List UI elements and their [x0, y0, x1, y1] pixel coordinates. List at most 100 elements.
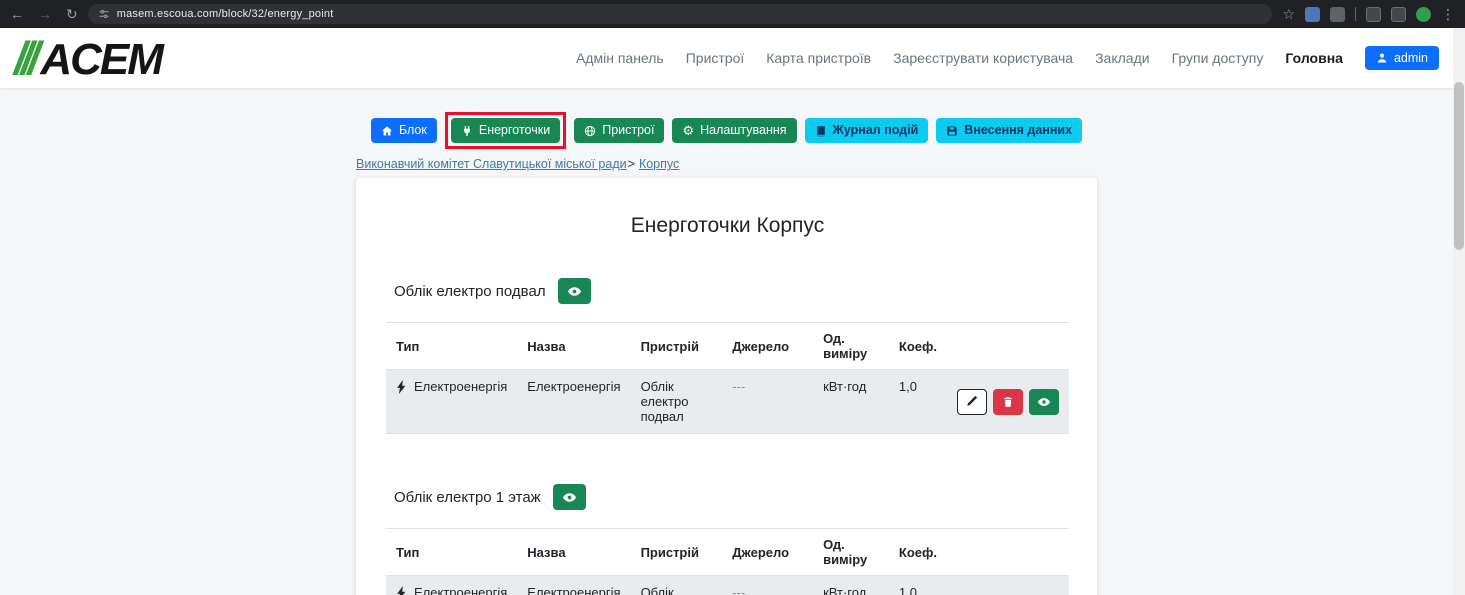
col-actions — [947, 529, 1069, 576]
section-view-button[interactable] — [558, 278, 591, 304]
breadcrumb-separator: > — [628, 157, 635, 171]
logo[interactable]: /// ACEM — [14, 35, 162, 82]
home-icon — [381, 125, 393, 137]
col-type: Тип — [386, 529, 517, 576]
delete-button[interactable] — [993, 389, 1023, 415]
extension-icon[interactable] — [1305, 7, 1320, 22]
devices-button[interactable]: Пристрої — [574, 118, 664, 143]
eye-icon — [562, 490, 577, 505]
section-title: Облік електро 1 этаж — [394, 489, 541, 506]
toolbar-divider — [1355, 7, 1356, 21]
settings-button-label: Налаштування — [700, 124, 786, 137]
type-cell: Електроенергія — [386, 576, 517, 595]
device-cell: Облік електро подвал — [631, 370, 723, 434]
admin-button-label: admin — [1394, 51, 1428, 65]
nav-devices[interactable]: Пристрої — [686, 50, 745, 66]
section-title: Облік електро подвал — [394, 283, 546, 300]
globe-icon — [584, 125, 596, 137]
data-entry-button[interactable]: Внесення данних — [936, 118, 1082, 143]
page-scrollbar — [1453, 28, 1465, 595]
name-cell: Електроенергія — [517, 576, 630, 595]
type-value: Електроенергія — [414, 379, 507, 394]
settings-button[interactable]: ⚙ Налаштування — [672, 118, 796, 143]
energy-points-card: Енерготочки Корпус Облік електро подвал … — [356, 178, 1097, 595]
actions-cell — [947, 370, 1069, 434]
data-entry-button-label: Внесення данних — [964, 124, 1072, 137]
view-button[interactable] — [1029, 389, 1059, 415]
col-coef: Коеф. — [889, 323, 947, 370]
address-bar[interactable]: masem.escoua.com/block/32/energy_point — [88, 4, 1273, 24]
device-cell: Облік електро 1 этаж — [631, 576, 723, 595]
unit-cell: кВт·год — [813, 576, 889, 595]
col-name: Назва — [517, 323, 630, 370]
lightning-icon — [396, 380, 407, 394]
table-header-row: Тип Назва Пристрій Джерело Од. виміру Ко… — [386, 323, 1069, 370]
coef-cell: 1,0 — [889, 576, 947, 595]
url-text: masem.escoua.com/block/32/energy_point — [117, 8, 334, 20]
scrollbar-thumb[interactable] — [1454, 82, 1464, 250]
person-icon — [1376, 52, 1388, 64]
extension-icon[interactable] — [1391, 7, 1406, 22]
lightning-icon — [396, 586, 407, 595]
block-toolbar: Блок Енерготочки Пристрої ⚙ Налаштування — [356, 118, 1097, 143]
name-cell: Електроенергія — [517, 370, 630, 434]
nav-device-map[interactable]: Карта пристроїв — [766, 50, 871, 66]
coef-cell: 1,0 — [889, 370, 947, 434]
block-button[interactable]: Блок — [371, 118, 437, 143]
col-source: Джерело — [722, 323, 813, 370]
book-icon — [815, 125, 827, 137]
edit-button[interactable] — [957, 389, 987, 415]
trash-icon — [1002, 396, 1014, 408]
energy-points-button-label: Енерготочки — [479, 124, 550, 137]
block-button-label: Блок — [399, 124, 427, 137]
energy-points-table: Тип Назва Пристрій Джерело Од. виміру Ко… — [386, 322, 1069, 434]
source-cell: --- — [722, 576, 813, 595]
bookmark-star-icon[interactable]: ☆ — [1282, 7, 1295, 21]
nav-register-user[interactable]: Зареєструвати користувача — [893, 50, 1073, 66]
site-header: /// ACEM Адмін панель Пристрої Карта при… — [0, 28, 1465, 88]
reload-icon[interactable]: ↻ — [66, 7, 78, 21]
type-value: Електроенергія — [414, 585, 507, 595]
admin-button[interactable]: admin — [1365, 46, 1439, 70]
pencil-icon — [965, 395, 978, 408]
actions-cell — [947, 576, 1069, 595]
col-actions — [947, 323, 1069, 370]
nav-home[interactable]: Головна — [1285, 50, 1343, 66]
profile-avatar[interactable] — [1416, 7, 1431, 22]
browser-chrome: ← → ↻ masem.escoua.com/block/32/energy_p… — [0, 0, 1465, 28]
breadcrumb-root-link[interactable]: Виконавчий комітет Славутицької міської … — [356, 157, 627, 171]
section-first-floor: Облік електро 1 этаж Тип Назва Пристрій … — [386, 484, 1069, 595]
event-log-button-label: Журнал подій — [833, 124, 919, 137]
page-title: Енерготочки Корпус — [386, 214, 1069, 238]
breadcrumb-current-link[interactable]: Корпус — [639, 157, 679, 171]
breadcrumb: Виконавчий комітет Славутицької міської … — [356, 157, 1097, 171]
col-coef: Коеф. — [889, 529, 947, 576]
site-info-icon[interactable] — [98, 8, 110, 20]
col-device: Пристрій — [631, 529, 723, 576]
kebab-menu-icon[interactable]: ⋮ — [1441, 7, 1455, 21]
browser-actions: ☆ ⋮ — [1282, 7, 1455, 22]
plug-icon — [461, 125, 473, 137]
page-content: Блок Енерготочки Пристрої ⚙ Налаштування — [356, 118, 1097, 595]
logo-text: ACEM — [40, 38, 162, 82]
nav-access-groups[interactable]: Групи доступу — [1172, 50, 1264, 66]
logo-mark: /// — [14, 35, 34, 81]
event-log-button[interactable]: Журнал подій — [805, 118, 929, 143]
section-basement: Облік електро подвал Тип Назва Пристрій … — [386, 278, 1069, 434]
gear-icon: ⚙ — [682, 124, 694, 137]
eye-icon — [1037, 395, 1051, 409]
back-icon[interactable]: ← — [10, 7, 24, 21]
extension-icon[interactable] — [1366, 7, 1381, 22]
nav-institutions[interactable]: Заклади — [1095, 50, 1149, 66]
energy-points-button[interactable]: Енерготочки — [451, 118, 560, 143]
section-view-button[interactable] — [553, 484, 586, 510]
save-icon — [946, 125, 958, 137]
annotation-highlight: Енерготочки — [445, 112, 566, 149]
forward-icon[interactable]: → — [38, 7, 52, 21]
nav-admin-panel[interactable]: Адмін панель — [576, 50, 664, 66]
unit-cell: кВт·год — [813, 370, 889, 434]
browser-nav-controls: ← → ↻ — [10, 7, 78, 21]
table-row: Електроенергія Електроенергія Облік елек… — [386, 370, 1069, 434]
col-device: Пристрій — [631, 323, 723, 370]
extension-icon[interactable] — [1330, 7, 1345, 22]
